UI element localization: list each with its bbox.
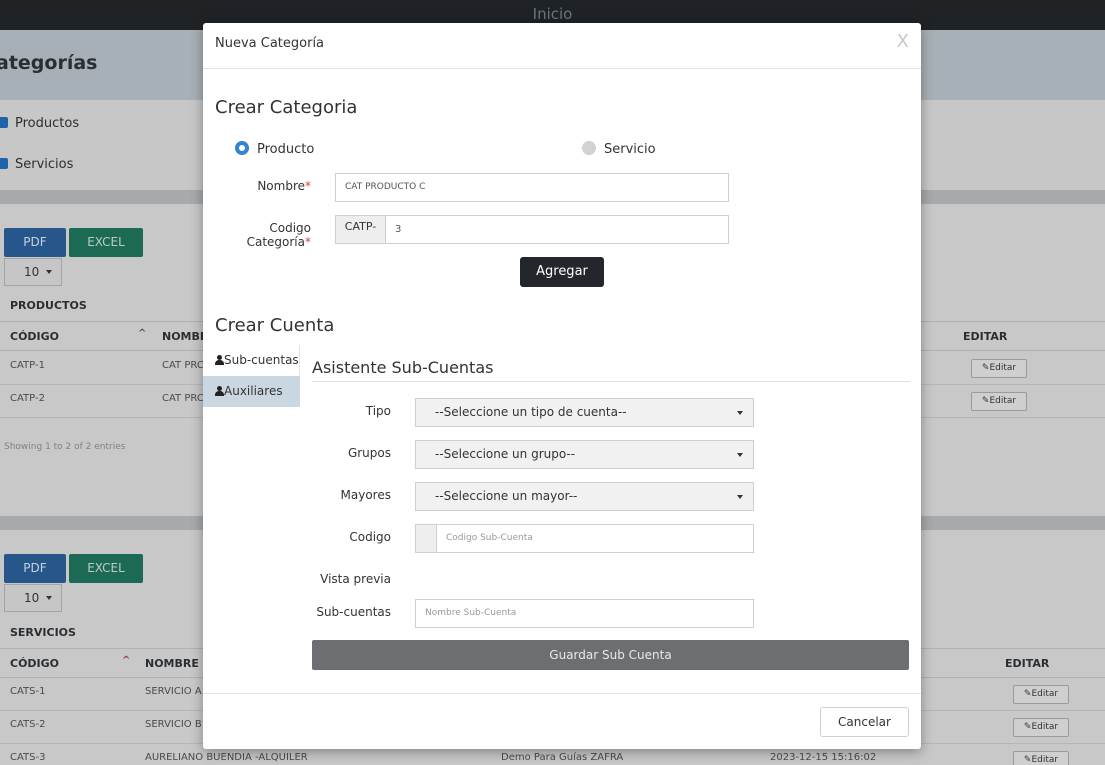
edit-button[interactable]: ✎Editar: [1013, 685, 1069, 704]
caret-down-icon: [737, 453, 743, 457]
page-size-select[interactable]: 10: [4, 258, 62, 286]
agregar-button[interactable]: Agregar: [520, 257, 604, 287]
grupos-label: Grupos: [347, 446, 391, 460]
cancelar-button[interactable]: Cancelar: [820, 707, 909, 737]
col-codigo[interactable]: CÓDIGO: [10, 657, 59, 670]
excel-button[interactable]: EXCEL: [69, 228, 143, 257]
pdf-button[interactable]: PDF: [4, 554, 66, 583]
crear-categoria-heading: Crear Categoria: [215, 97, 358, 118]
nombre-label: Nombre*: [257, 179, 311, 193]
caret-down-icon: [737, 495, 743, 499]
tab-sub-cuentas[interactable]: Sub-cuentas: [203, 345, 300, 376]
nueva-categoria-modal: Nueva Categoría X Crear Categoria Produc…: [203, 23, 921, 749]
col-editar: EDITAR: [963, 330, 1008, 343]
modal-title: Nueva Categoría: [215, 36, 325, 51]
modal-footer-divider: [203, 693, 921, 694]
tipo-select[interactable]: --Seleccione un tipo de cuenta--: [415, 398, 754, 427]
col-nombre[interactable]: NOMBR: [162, 330, 208, 343]
checkbox-icon[interactable]: [0, 117, 8, 128]
codigo-sub-label: Codigo: [349, 530, 391, 544]
codigo-sub-cuenta-input[interactable]: Codigo Sub-Cuenta: [436, 524, 754, 553]
edit-button[interactable]: ✎Editar: [971, 359, 1027, 378]
mayores-label: Mayores: [340, 488, 391, 502]
pdf-button[interactable]: PDF: [4, 228, 66, 257]
caret-down-icon: [46, 596, 53, 600]
radio-producto[interactable]: Producto: [235, 141, 314, 157]
excel-button[interactable]: EXCEL: [69, 554, 143, 583]
caret-down-icon: [737, 411, 743, 415]
nombre-input[interactable]: CAT PRODUCTO C: [335, 173, 729, 202]
mayores-select[interactable]: --Seleccione un mayor--: [415, 482, 754, 511]
wizard-title: Asistente Sub-Cuentas: [312, 358, 494, 377]
app-title[interactable]: Inicio: [0, 5, 1105, 23]
caret-down-icon: [46, 270, 53, 274]
subcuentas-label: Sub-cuentas: [316, 605, 391, 619]
col-nombre[interactable]: NOMBRE: [145, 657, 199, 670]
edit-button[interactable]: ✎Editar: [971, 392, 1027, 411]
edit-button[interactable]: ✎Editar: [1013, 718, 1069, 737]
tab-auxiliares[interactable]: Auxiliares: [203, 376, 300, 407]
codigo-categoria-input[interactable]: 3: [385, 215, 729, 244]
col-codigo[interactable]: CÓDIGO: [10, 330, 59, 343]
guardar-sub-cuenta-button[interactable]: Guardar Sub Cuenta: [312, 640, 909, 670]
table-info: Showing 1 to 2 of 2 entries: [4, 442, 126, 452]
crear-cuenta-heading: Crear Cuenta: [215, 315, 335, 336]
sort-up-icon[interactable]: ^: [122, 655, 130, 666]
radio-unselected-icon[interactable]: [582, 141, 596, 155]
section-title: PRODUCTOS: [10, 299, 87, 312]
edit-button[interactable]: ✎Editar: [1013, 751, 1069, 765]
sort-up-icon[interactable]: ^: [138, 328, 146, 339]
page-size-select[interactable]: 10: [4, 584, 62, 612]
checkbox-icon[interactable]: [0, 158, 8, 169]
filter-servicios[interactable]: Servicios: [0, 157, 73, 172]
user-icon: [215, 355, 224, 365]
cuenta-tabs: Sub-cuentas Auxiliares: [203, 345, 300, 407]
radio-selected-icon[interactable]: [235, 141, 249, 155]
user-icon: [215, 386, 224, 396]
divider: [312, 381, 910, 382]
nombre-sub-cuenta-input[interactable]: Nombre Sub-Cuenta: [415, 599, 754, 628]
close-icon[interactable]: X: [897, 31, 909, 52]
codigo-prefix: CATP-: [335, 215, 386, 244]
filter-productos[interactable]: Productos: [0, 116, 79, 131]
codigo-sub-prefix: [415, 524, 437, 553]
section-title: SERVICIOS: [10, 626, 76, 639]
page-title: ategorías: [0, 52, 98, 74]
grupos-select[interactable]: --Seleccione un grupo--: [415, 440, 754, 469]
vista-previa-label: Vista previa: [320, 572, 391, 586]
radio-servicio[interactable]: Servicio: [582, 141, 656, 157]
codigo-categoria-label: Codigo Categoría*: [246, 221, 311, 249]
tipo-label: Tipo: [365, 404, 391, 418]
col-editar: EDITAR: [1005, 657, 1050, 670]
modal-header: Nueva Categoría X: [203, 23, 921, 69]
